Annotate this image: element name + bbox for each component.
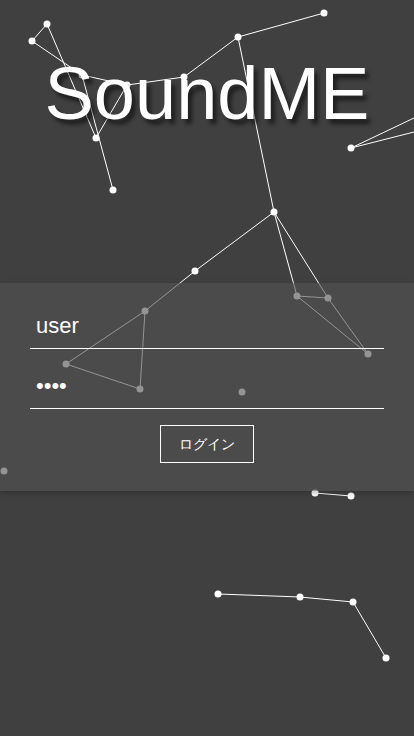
constellation-line — [353, 602, 386, 658]
star-dot — [348, 145, 355, 152]
star-dot — [271, 209, 278, 216]
username-field[interactable] — [30, 305, 384, 349]
star-dot — [192, 268, 199, 275]
app-title: SoundME — [45, 50, 370, 283]
button-row: ログイン — [30, 425, 384, 463]
star-dot — [297, 594, 304, 601]
password-field[interactable] — [30, 365, 384, 409]
constellation-line — [315, 493, 351, 496]
constellation-line — [300, 597, 353, 602]
star-dot — [44, 21, 51, 28]
star-dot — [348, 493, 355, 500]
star-dot — [215, 591, 222, 598]
login-screen: SoundME ログイン — [0, 0, 414, 736]
star-dot — [350, 599, 357, 606]
constellation-line — [238, 13, 324, 37]
star-dot — [383, 655, 390, 662]
constellation-line — [218, 594, 300, 597]
login-content: SoundME ログイン — [0, 0, 414, 491]
star-dot — [321, 10, 328, 17]
login-button[interactable]: ログイン — [160, 425, 254, 463]
star-dot — [235, 34, 242, 41]
star-dot — [110, 187, 117, 194]
star-dot — [29, 38, 36, 45]
constellation-line — [195, 212, 274, 271]
login-panel: ログイン — [0, 283, 414, 491]
star-dot — [93, 135, 100, 142]
header: SoundME — [0, 0, 414, 283]
